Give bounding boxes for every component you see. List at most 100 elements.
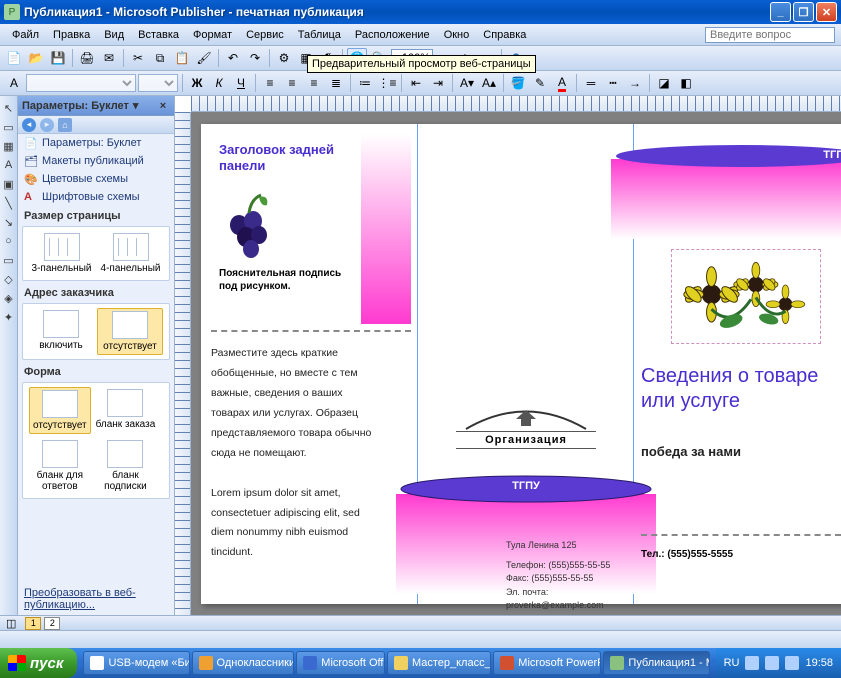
tb-item-office[interactable]: Microsoft Office ... [296,651,385,675]
wordart-icon[interactable]: A [1,157,17,173]
wizard-icon[interactable]: ⚙ [274,48,294,68]
menu-service[interactable]: Сервис [240,27,290,43]
pointer-icon[interactable]: ↖ [1,100,17,116]
p1-caption[interactable]: Поясни­тель­ная подпись под ри­сун­ком. [211,267,361,294]
increase-font-icon[interactable]: A▴ [479,73,499,93]
tp-link-layouts[interactable]: 🗂Макеты публикаций [18,152,174,170]
page[interactable]: Заголовок задней панели Поясни­тель­ная … [201,124,841,604]
lang-indicator[interactable]: RU [724,657,740,669]
align-justify-icon[interactable]: ≣ [326,73,346,93]
maximize-button[interactable]: ❐ [793,2,814,22]
increase-indent-icon[interactable]: ⇥ [428,73,448,93]
line-style-icon[interactable]: ═ [581,73,601,93]
menu-table[interactable]: Таблица [292,27,347,43]
sunflower-image[interactable] [671,249,821,344]
canvas[interactable]: Заголовок задней панели Поясни­тель­ная … [191,112,841,615]
save-icon[interactable]: 💾 [48,48,68,68]
paste-icon[interactable]: 📋 [172,48,192,68]
dash-style-icon[interactable]: ┅ [603,73,623,93]
undo-icon[interactable]: ↶ [223,48,243,68]
styles-icon[interactable]: A [4,73,24,93]
ruler-vertical[interactable] [175,112,191,615]
close-button[interactable]: ✕ [816,2,837,22]
menu-arrange[interactable]: Расположение [349,27,436,43]
page-1-tab[interactable]: 1 [25,617,41,630]
help-input[interactable] [705,27,835,43]
tray-icon-2[interactable] [765,656,779,670]
p3-banner[interactable]: ТГПУ [611,144,841,169]
table-tool-icon[interactable]: ▦ [1,138,17,154]
italic-icon[interactable]: К [209,73,229,93]
underline-icon[interactable]: Ч [231,73,251,93]
textbox-icon[interactable]: ▭ [1,119,17,135]
new-icon[interactable]: 📄 [4,48,24,68]
nav-home-icon[interactable]: ⌂ [58,118,72,132]
org-block[interactable]: Организация [456,404,596,449]
font-color-icon[interactable]: A [552,73,572,93]
tb-item-publisher[interactable]: Публикация1 - Micro... [603,651,709,675]
rect-tool-icon[interactable]: ▭ [1,252,17,268]
numbering-icon[interactable]: ≔ [355,73,375,93]
menu-view[interactable]: Вид [98,27,130,43]
opt-form-reply[interactable]: бланк для ответов [29,438,91,494]
grapes-image[interactable] [219,185,279,265]
fill-color-icon[interactable]: 🪣 [508,73,528,93]
help-search[interactable] [705,27,835,43]
start-button[interactable]: пуск [0,648,77,678]
align-left-icon[interactable]: ≡ [260,73,280,93]
tp-convert-link[interactable]: Преобразовать в веб-публикацию... [24,587,174,611]
picture-frame-icon[interactable]: ▣ [1,176,17,192]
tp-link-colors[interactable]: 🎨Цветовые схемы [18,170,174,188]
taskpane-close-icon[interactable]: × [156,99,170,113]
shadow-icon[interactable]: ◪ [654,73,674,93]
opt-4panel[interactable]: 4-панельный [98,231,163,276]
opt-form-subscribe[interactable]: бланк подписки [95,438,157,494]
line-tool-icon[interactable]: ╲ [1,195,17,211]
bullets-icon[interactable]: ⋮≡ [377,73,397,93]
mail-icon[interactable]: ✉ [99,48,119,68]
decrease-indent-icon[interactable]: ⇤ [406,73,426,93]
redo-icon[interactable]: ↷ [245,48,265,68]
autoshapes-icon[interactable]: ◇ [1,271,17,287]
arrow-style-icon[interactable]: → [625,73,645,93]
system-tray[interactable]: RU 19:58 [716,648,841,678]
oval-tool-icon[interactable]: ○ [1,233,17,249]
cut-icon[interactable]: ✂ [128,48,148,68]
menu-file[interactable]: Файл [6,27,45,43]
tb-item-odnoklassniki[interactable]: Одноклассники – O... [192,651,295,675]
clock[interactable]: 19:58 [805,657,833,669]
design-gallery-icon[interactable]: ✦ [1,309,17,325]
3d-icon[interactable]: ◧ [676,73,696,93]
format-painter-icon[interactable]: 🖌 [194,48,214,68]
p3-subtitle[interactable]: победа за нами [641,444,741,459]
p1-header-box[interactable]: Заголовок задней панели Поясни­тель­ная … [211,134,361,324]
opt-form-order[interactable]: бланк заказа [95,387,157,434]
p2-banner[interactable]: ТГПУ [396,474,656,504]
tp-link-params[interactable]: 📄Параметры: Буклет [18,134,174,152]
tb-item-folder[interactable]: Мастер_класс_созд... [387,651,491,675]
brochure-panel-front[interactable]: ТГПУ Сведения о т [641,134,841,594]
line-color-icon[interactable]: ✎ [530,73,550,93]
menu-edit[interactable]: Правка [47,27,96,43]
copy-icon[interactable]: ⧉ [150,48,170,68]
align-right-icon[interactable]: ≡ [304,73,324,93]
opt-addr-include[interactable]: включить [29,308,93,355]
contact-block[interactable]: Тула Ленина 125 Телефон: (555)555-55-55 … [506,539,626,613]
opt-3panel[interactable]: 3-панельный [29,231,94,276]
tb-item-powerpoint[interactable]: Microsoft PowerPoint ... [493,651,601,675]
page-sorter-icon[interactable]: ◫ [6,617,16,630]
nav-forward-icon[interactable]: ▸ [40,118,54,132]
decrease-font-icon[interactable]: A▾ [457,73,477,93]
p3-telephone[interactable]: Тел.: (555)555-5555 [641,549,733,560]
menu-window[interactable]: Окно [438,27,476,43]
page-2-tab[interactable]: 2 [44,617,60,630]
p1-body-text[interactable]: Разместите здесь краткие обобщенные, но … [211,344,381,563]
align-center-icon[interactable]: ≡ [282,73,302,93]
menu-format[interactable]: Формат [187,27,238,43]
font-selector[interactable] [26,74,136,92]
p1-title[interactable]: Заголовок задней панели [211,134,361,183]
minimize-button[interactable]: _ [770,2,791,22]
tp-link-fonts[interactable]: AШрифтовые схемы [18,188,174,206]
bold-icon[interactable]: Ж [187,73,207,93]
opt-addr-none[interactable]: отсутствует [97,308,163,355]
